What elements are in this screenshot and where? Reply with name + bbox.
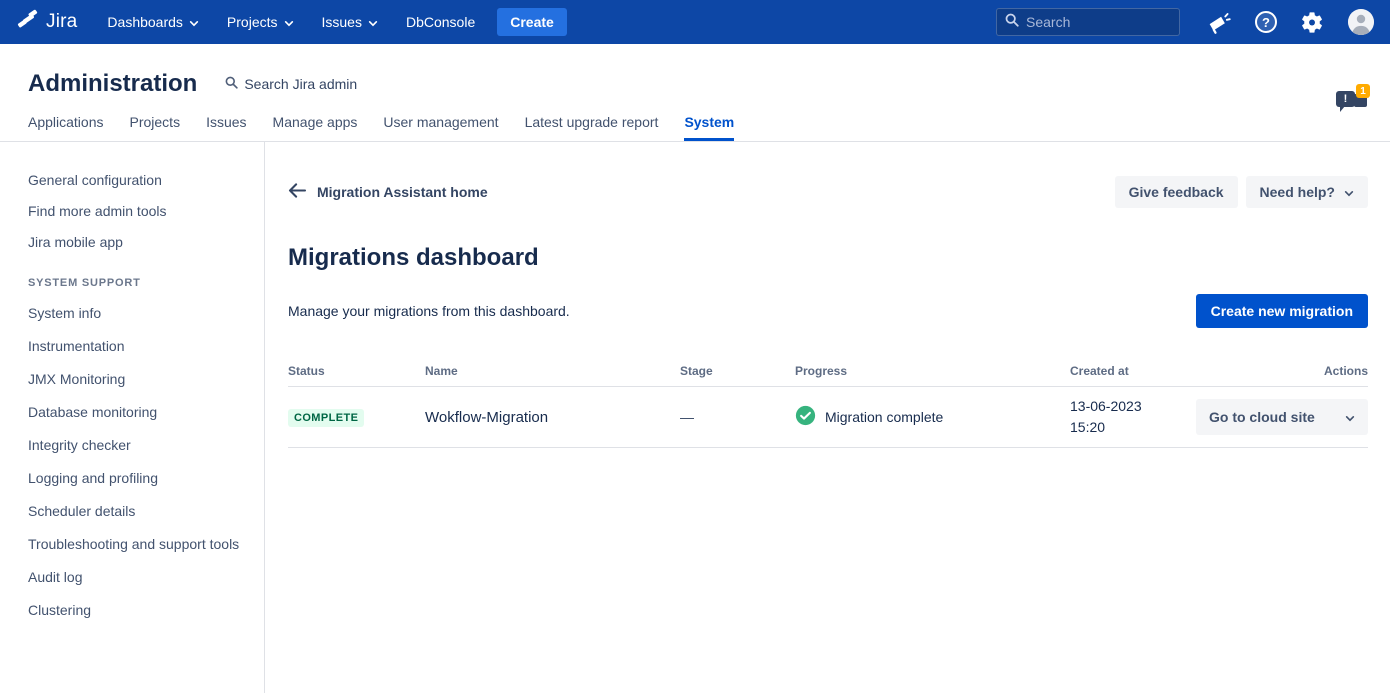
tab-projects[interactable]: Projects	[130, 114, 181, 141]
need-help-button[interactable]: Need help?	[1246, 176, 1368, 208]
nav-dashboards[interactable]: Dashboards	[107, 14, 199, 30]
created-at-cell: 13-06-2023 15:20	[1070, 396, 1190, 438]
progress-label: Migration complete	[825, 409, 943, 425]
bubble-tail	[1340, 106, 1345, 112]
actions-cell: Go to cloud site	[1190, 399, 1368, 435]
top-navigation-bar: Jira Dashboards Projects Issues DbConsol…	[0, 0, 1390, 44]
chevron-down-icon	[1344, 184, 1354, 200]
tab-latest-upgrade-report[interactable]: Latest upgrade report	[525, 114, 659, 141]
announcement-icon[interactable]	[1206, 10, 1231, 35]
column-header-created-at: Created at	[1070, 364, 1190, 378]
go-to-cloud-site-button[interactable]: Go to cloud site	[1196, 399, 1368, 435]
admin-search[interactable]: Search Jira admin	[225, 76, 357, 92]
search-icon	[225, 76, 238, 92]
dashboard-header-row: Migration Assistant home Give feedback N…	[288, 176, 1368, 208]
admin-tabs: Applications Projects Issues Manage apps…	[0, 112, 1390, 142]
sidebar-item-scheduler-details[interactable]: Scheduler details	[28, 503, 252, 520]
page-section-title: Administration	[28, 70, 197, 98]
column-header-status: Status	[288, 364, 425, 378]
sidebar-item-audit-log[interactable]: Audit log	[28, 569, 252, 586]
sidebar-item-jira-mobile-app[interactable]: Jira mobile app	[28, 234, 252, 251]
sidebar-group-system-support: System info Instrumentation JMX Monitori…	[28, 305, 252, 619]
header-buttons: Give feedback Need help?	[1115, 176, 1368, 208]
page: Jira Dashboards Projects Issues DbConsol…	[0, 0, 1390, 693]
create-button[interactable]: Create	[497, 8, 567, 36]
sidebar-item-integrity-checker[interactable]: Integrity checker	[28, 437, 252, 454]
subtitle-row: Manage your migrations from this dashboa…	[288, 294, 1368, 328]
give-feedback-button[interactable]: Give feedback	[1115, 176, 1238, 208]
status-badge: COMPLETE	[288, 409, 364, 427]
tab-applications[interactable]: Applications	[28, 114, 104, 141]
sidebar-item-logging-and-profiling[interactable]: Logging and profiling	[28, 470, 252, 487]
check-circle-icon	[795, 405, 816, 429]
column-header-actions: Actions	[1190, 364, 1368, 378]
page-subtitle: Manage your migrations from this dashboa…	[288, 303, 570, 319]
feedback-icon[interactable]: 1	[1336, 84, 1370, 120]
created-time: 15:20	[1070, 417, 1190, 438]
jira-logo-icon	[16, 7, 41, 37]
nav-issues[interactable]: Issues	[322, 14, 378, 30]
notification-badge: 1	[1356, 84, 1370, 98]
sidebar-heading-system-support: SYSTEM SUPPORT	[28, 277, 252, 289]
table-header-row: Status Name Stage Progress Created at Ac…	[288, 364, 1368, 387]
nav-projects[interactable]: Projects	[227, 14, 294, 30]
sidebar-item-general-configuration[interactable]: General configuration	[28, 172, 252, 189]
chevron-down-icon	[284, 14, 294, 30]
stage-cell: —	[680, 409, 795, 425]
top-nav-menu: Dashboards Projects Issues DbConsole	[107, 14, 475, 30]
search-icon	[1005, 13, 1019, 32]
tab-system[interactable]: System	[684, 114, 734, 141]
tab-user-management[interactable]: User management	[383, 114, 498, 141]
column-header-stage: Stage	[680, 364, 795, 378]
page-title: Migrations dashboard	[288, 244, 1368, 272]
sidebar-item-instrumentation[interactable]: Instrumentation	[28, 338, 252, 355]
jira-logo-text: Jira	[46, 11, 77, 33]
system-sidebar: General configuration Find more admin to…	[0, 142, 265, 693]
content: General configuration Find more admin to…	[0, 142, 1390, 693]
jira-logo[interactable]: Jira	[16, 7, 77, 37]
sidebar-item-jmx-monitoring[interactable]: JMX Monitoring	[28, 371, 252, 388]
sidebar-item-troubleshooting-and-support-tools[interactable]: Troubleshooting and support tools	[28, 536, 252, 553]
table-row: COMPLETE Wokflow-Migration — Migration c…	[288, 387, 1368, 448]
top-nav-icons	[1206, 9, 1374, 35]
migrations-table: Status Name Stage Progress Created at Ac…	[288, 364, 1368, 448]
chevron-down-icon	[368, 14, 378, 30]
nav-dbconsole[interactable]: DbConsole	[406, 14, 475, 30]
back-link-label: Migration Assistant home	[317, 184, 488, 200]
column-header-name: Name	[425, 364, 680, 378]
global-search[interactable]	[996, 8, 1180, 36]
help-icon[interactable]	[1255, 11, 1277, 33]
back-to-migration-assistant-home[interactable]: Migration Assistant home	[288, 183, 488, 201]
migration-name: Wokflow-Migration	[425, 409, 680, 426]
migrations-dashboard-main: Migration Assistant home Give feedback N…	[265, 142, 1390, 693]
create-new-migration-button[interactable]: Create new migration	[1196, 294, 1368, 328]
exclamation-bubble-icon	[1336, 91, 1355, 107]
sidebar-item-find-more-admin-tools[interactable]: Find more admin tools	[28, 203, 252, 220]
admin-header: Administration Search Jira admin 1	[0, 44, 1390, 112]
sidebar-item-clustering[interactable]: Clustering	[28, 602, 252, 619]
admin-search-label: Search Jira admin	[244, 76, 357, 92]
column-header-progress: Progress	[795, 364, 1070, 378]
chevron-down-icon	[189, 14, 199, 30]
tab-issues[interactable]: Issues	[206, 114, 246, 141]
back-arrow-icon	[288, 183, 307, 201]
sidebar-item-system-info[interactable]: System info	[28, 305, 252, 322]
created-date: 13-06-2023	[1070, 396, 1190, 417]
progress-cell: Migration complete	[795, 405, 1070, 429]
search-input[interactable]	[1026, 14, 1171, 30]
tab-manage-apps[interactable]: Manage apps	[273, 114, 358, 141]
status-cell: COMPLETE	[288, 408, 425, 427]
settings-gear-icon[interactable]	[1301, 11, 1324, 34]
chevron-down-icon	[1345, 409, 1355, 425]
sidebar-group-general: General configuration Find more admin to…	[28, 172, 252, 251]
sidebar-item-database-monitoring[interactable]: Database monitoring	[28, 404, 252, 421]
user-avatar[interactable]	[1348, 9, 1374, 35]
